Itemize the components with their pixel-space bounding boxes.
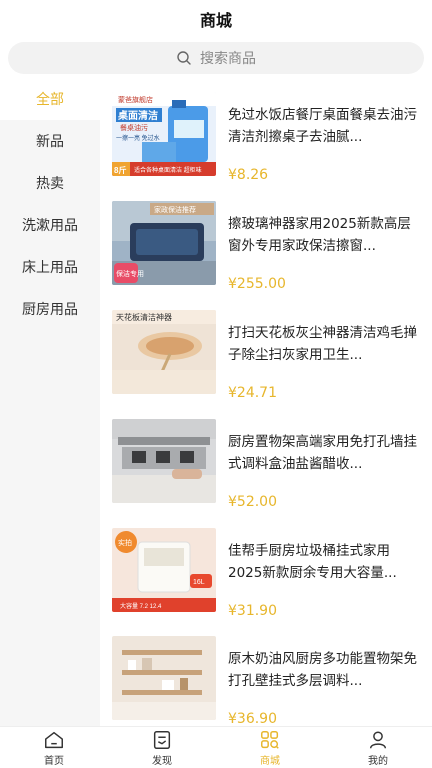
- product-image: 天花板清洁神器: [112, 310, 216, 394]
- image-text-headline: 桌面清洁: [117, 109, 158, 122]
- tab-label: 首页: [44, 755, 64, 767]
- image-text-corner: 实拍: [118, 538, 132, 547]
- image-text-weight: 8斤: [114, 165, 126, 175]
- category-all[interactable]: 全部: [0, 78, 100, 120]
- product-image: [112, 636, 216, 720]
- image-text-banner: 家政保洁推荐: [154, 205, 196, 214]
- image-text-note: 一擦一亮 免过水: [116, 134, 160, 142]
- discover-icon: [153, 730, 171, 749]
- image-text-badge: 保洁专用: [116, 269, 144, 278]
- category-label: 全部: [36, 92, 64, 108]
- product-image: 实拍 16L 大容量 7.2 12.4: [112, 528, 216, 612]
- product-title: 打扫天花板灰尘神器清洁鸡毛掸子除尘扫灰家用卫生...: [228, 325, 417, 363]
- tab-profile[interactable]: 我的: [324, 727, 432, 768]
- category-bedding[interactable]: 床上用品: [0, 246, 100, 288]
- product-price: ¥52.00: [228, 494, 277, 510]
- page-title: 商城: [199, 11, 232, 30]
- product-title: 厨房置物架高端家用免打孔墙挂式调料盒油盐酱醋收...: [228, 434, 417, 472]
- product-price: ¥24.71: [228, 385, 277, 401]
- product-price: ¥8.26: [228, 167, 269, 183]
- image-text-size: 16L: [193, 579, 205, 586]
- product-image: [112, 419, 216, 503]
- category-sidebar: 全部 新品 热卖 洗漱用品 床上用品 厨房用品: [0, 78, 100, 726]
- product-title: 免过水饭店餐厅桌面餐桌去油污清洁剂擦桌子去油腻...: [228, 107, 417, 145]
- category-hot[interactable]: 热卖: [0, 162, 100, 204]
- category-label: 厨房用品: [22, 302, 78, 318]
- tab-label: 发现: [152, 755, 172, 767]
- product-item[interactable]: 天花板清洁神器 打扫天花板灰尘神器清洁鸡毛掸子除尘扫灰家用卫生... ¥24.7…: [100, 310, 432, 418]
- product-price: ¥31.90: [228, 603, 277, 619]
- home-icon: [45, 731, 63, 748]
- image-text-store: 蒙爸旗舰店: [118, 95, 153, 104]
- profile-icon: [369, 730, 387, 748]
- category-new[interactable]: 新品: [0, 120, 100, 162]
- tab-home[interactable]: 首页: [0, 727, 108, 768]
- category-label: 新品: [36, 134, 64, 150]
- search-bar[interactable]: 搜索商品: [8, 42, 424, 74]
- tab-label: 商城: [260, 755, 280, 767]
- image-text-sub: 餐桌油污: [120, 123, 148, 132]
- product-image: 蒙爸旗舰店 桌面清洁 餐桌油污 一擦一亮 免过水 8斤 适合各种桌面清洁 超柜味: [112, 92, 216, 176]
- product-item[interactable]: 实拍 16L 大容量 7.2 12.4 佳帮手厨房垃圾桶挂式家用2025新款厨余…: [100, 528, 432, 636]
- category-kitchen[interactable]: 厨房用品: [0, 288, 100, 330]
- product-item[interactable]: 家政保洁推荐 保洁专用 擦玻璃神器家用2025新款高层窗外专用家政保洁擦窗...…: [100, 201, 432, 309]
- mall-icon: [261, 730, 279, 749]
- category-label: 床上用品: [22, 260, 78, 276]
- image-text-bottom: 适合各种桌面清洁 超柜味: [134, 166, 202, 174]
- product-image: 家政保洁推荐 保洁专用: [112, 201, 216, 285]
- tab-label: 我的: [368, 755, 388, 767]
- product-list: 蒙爸旗舰店 桌面清洁 餐桌油污 一擦一亮 免过水 8斤 适合各种桌面清洁 超柜味…: [100, 78, 432, 726]
- image-text-banner: 天花板清洁神器: [116, 312, 172, 322]
- product-price: ¥36.90: [228, 711, 277, 726]
- image-text-bottom: 大容量 7.2 12.4: [120, 602, 162, 610]
- product-price: ¥255.00: [228, 276, 286, 292]
- category-label: 洗漱用品: [22, 218, 78, 234]
- search-placeholder: 搜索商品: [200, 51, 256, 67]
- product-title: 原木奶油风厨房多功能置物架免打孔壁挂式多层调料...: [228, 651, 417, 689]
- tab-discover[interactable]: 发现: [108, 727, 216, 768]
- category-toiletries[interactable]: 洗漱用品: [0, 204, 100, 246]
- page-header: 商城: [0, 0, 432, 38]
- product-item[interactable]: 蒙爸旗舰店 桌面清洁 餐桌油污 一擦一亮 免过水 8斤 适合各种桌面清洁 超柜味…: [100, 92, 432, 200]
- product-title: 擦玻璃神器家用2025新款高层窗外专用家政保洁擦窗...: [228, 216, 411, 254]
- tab-mall[interactable]: 商城: [216, 727, 324, 768]
- search-icon: [176, 50, 192, 66]
- product-item[interactable]: 厨房置物架高端家用免打孔墙挂式调料盒油盐酱醋收... ¥52.00: [100, 419, 432, 527]
- product-item[interactable]: 原木奶油风厨房多功能置物架免打孔壁挂式多层调料... ¥36.90: [100, 636, 432, 726]
- category-label: 热卖: [36, 176, 64, 192]
- bottom-tab-bar: 首页 发现 商城 我的: [0, 726, 432, 768]
- product-title: 佳帮手厨房垃圾桶挂式家用2025新款厨余专用大容量...: [228, 543, 397, 581]
